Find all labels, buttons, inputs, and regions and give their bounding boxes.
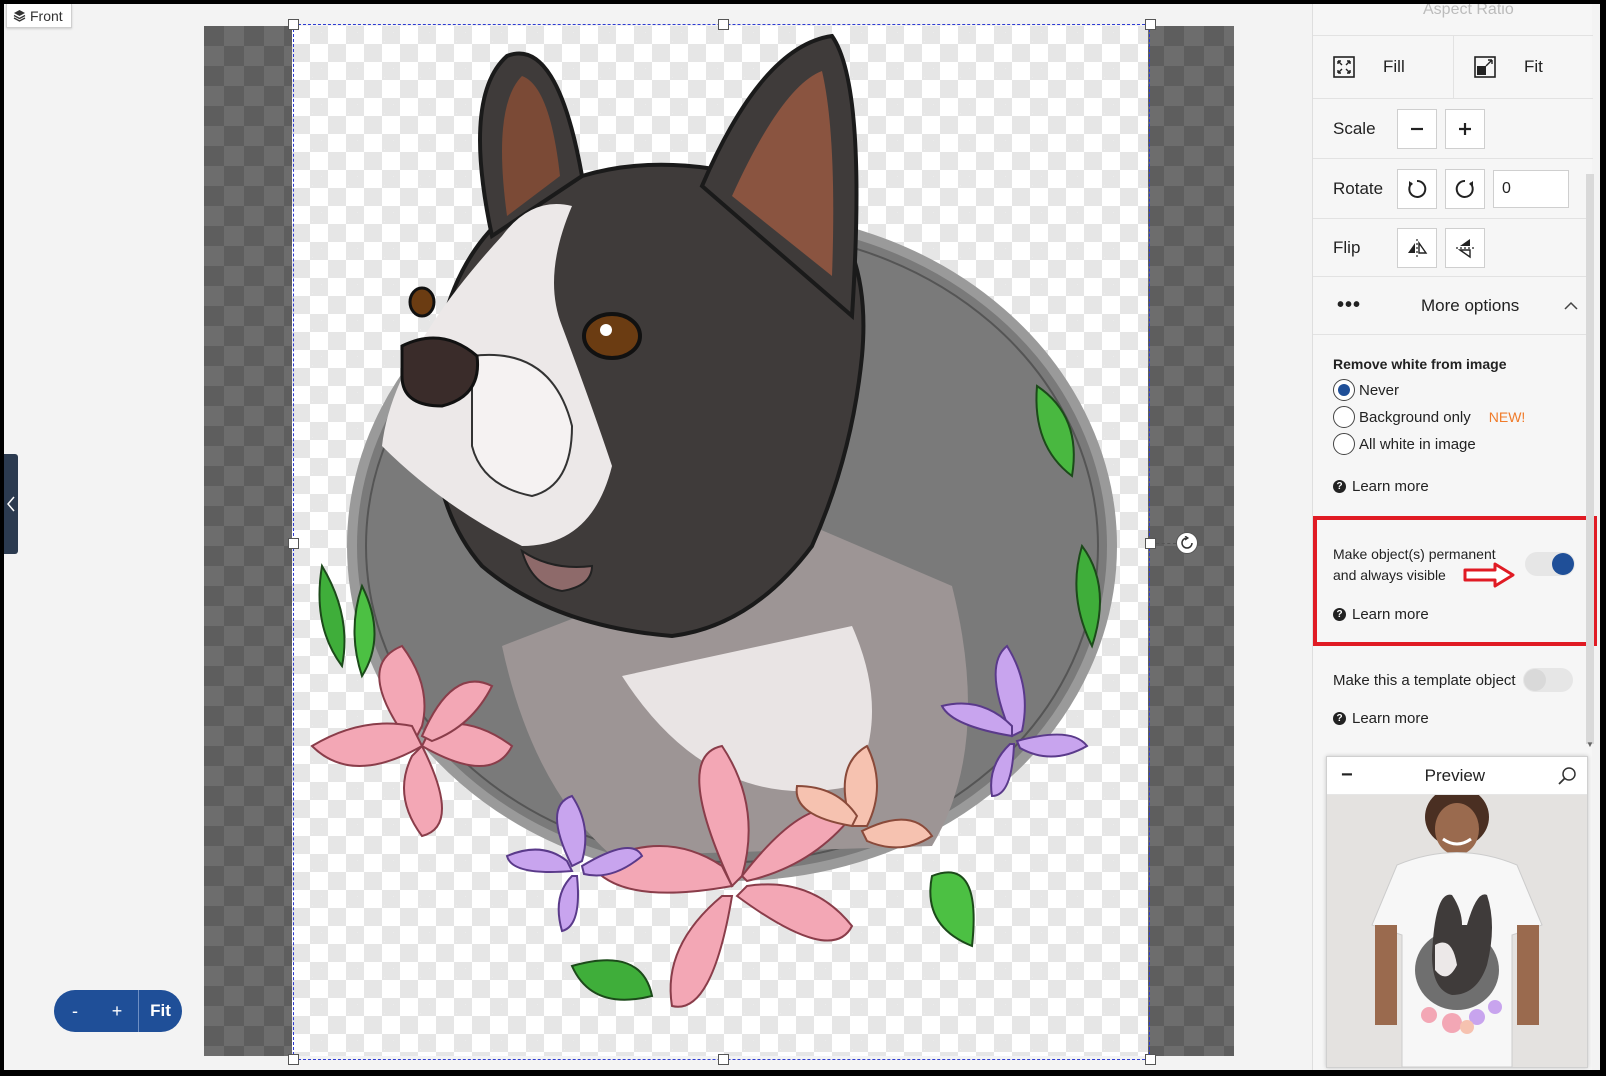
layer-tab[interactable]: Front [6,4,72,28]
aspect-ratio-row[interactable]: Aspect Ratio [1313,4,1593,36]
fit-button[interactable]: Fit [1453,35,1593,99]
help-icon: ? [1333,480,1346,493]
minus-icon [1411,127,1423,130]
fill-label: Fill [1383,57,1405,76]
fit-label: Fit [1524,57,1543,76]
fill-fit-row: Fill Fit [1313,35,1593,99]
flip-vertical-icon [1456,238,1474,258]
radio-label: Never [1359,381,1400,399]
resize-handle-n[interactable] [718,19,729,30]
more-dots-icon: ••• [1337,294,1362,316]
learn-more-template[interactable]: ? Learn more [1333,710,1429,727]
rotate-angle-input[interactable]: 0 [1493,169,1569,208]
preview-collapse-button[interactable]: − [1341,764,1353,787]
editor-window: Front - + Fit Aspect Ratio Fill Fit Scal… [4,4,1600,1070]
flip-label: Flip [1333,237,1361,257]
flip-vertical-button[interactable] [1445,227,1485,268]
radio-never[interactable]: Never [1333,379,1399,401]
resize-handle-w[interactable] [288,538,299,549]
rotate-handle-icon[interactable] [1176,532,1198,554]
scale-row: Scale [1313,99,1593,159]
rotate-connector [1156,543,1176,544]
toggle-knob [1552,553,1574,575]
toggle-knob [1524,669,1546,691]
flip-horizontal-icon [1408,238,1428,257]
zoom-fit-button[interactable]: Fit [139,1001,182,1021]
collapse-panel-button[interactable] [4,454,18,554]
rotate-left-button[interactable] [1397,168,1437,209]
resize-handle-se[interactable] [1145,1054,1156,1065]
rotate-right-button[interactable] [1445,168,1485,209]
new-badge: NEW! [1488,409,1526,425]
rotate-label: Rotate [1333,178,1384,198]
flip-horizontal-button[interactable] [1397,227,1437,268]
chevron-left-icon [7,496,15,512]
radio-button[interactable] [1333,433,1355,455]
chevron-up-icon [1564,301,1578,310]
resize-handle-ne[interactable] [1145,19,1156,30]
resize-handle-s[interactable] [718,1054,729,1065]
template-label: Make this a template object [1333,672,1516,689]
permanent-toggle[interactable] [1525,552,1575,576]
preview-header: − Preview [1327,757,1587,795]
panel-scrollbar[interactable] [1586,174,1594,744]
arrow-right-icon [1463,562,1515,588]
radio-background-only[interactable]: Background only NEW! [1333,406,1525,428]
learn-more-permanent[interactable]: ? Learn more [1333,606,1429,623]
radio-label: Background only [1359,408,1471,426]
radio-label: All white in image [1359,435,1476,453]
learn-more-label: Learn more [1352,710,1429,727]
rotate-row: Rotate 0 [1313,159,1593,219]
zoom-controls: - + Fit [54,990,182,1032]
preview-window: − Preview [1326,756,1588,1068]
scale-label: Scale [1333,118,1376,138]
rotate-cw-icon [1455,179,1474,198]
plus-icon [1459,122,1471,135]
more-options-toggle[interactable]: ••• More options [1313,277,1593,335]
resize-handle-nw[interactable] [288,19,299,30]
expand-icon [1333,56,1355,78]
template-toggle[interactable] [1523,668,1573,692]
resize-handle-e[interactable] [1145,538,1156,549]
aspect-ratio-label: Aspect Ratio [1423,4,1514,18]
scale-up-button[interactable] [1445,108,1485,149]
zoom-out-button[interactable]: - [54,1001,96,1022]
radio-button[interactable] [1333,379,1355,401]
rotate-ccw-icon [1408,179,1427,198]
zoom-in-button[interactable]: + [96,1001,138,1022]
resize-handle-sw[interactable] [288,1054,299,1065]
product-preview-image[interactable] [1327,795,1587,1067]
radio-all-white[interactable]: All white in image [1333,433,1476,455]
layer-tab-label: Front [30,7,63,24]
search-icon[interactable] [1557,766,1577,786]
more-options-label: More options [1421,295,1520,315]
flip-row: Flip [1313,219,1593,277]
selection-box[interactable] [293,24,1150,1060]
help-icon: ? [1333,712,1346,725]
permanent-option-highlight: Make object(s) permanent and always visi… [1313,516,1597,646]
scroll-down-icon[interactable]: ▼ [1586,740,1594,749]
scale-down-button[interactable] [1397,108,1437,149]
fill-button[interactable]: Fill [1313,36,1453,99]
preview-title: Preview [1424,765,1486,785]
learn-more-remove-white[interactable]: ? Learn more [1333,478,1429,495]
fit-icon [1474,56,1496,78]
help-icon: ? [1333,608,1346,621]
learn-more-label: Learn more [1352,606,1429,623]
learn-more-label: Learn more [1352,478,1429,495]
radio-button[interactable] [1333,406,1355,428]
remove-white-title: Remove white from image [1333,356,1507,372]
layers-icon [13,10,26,22]
